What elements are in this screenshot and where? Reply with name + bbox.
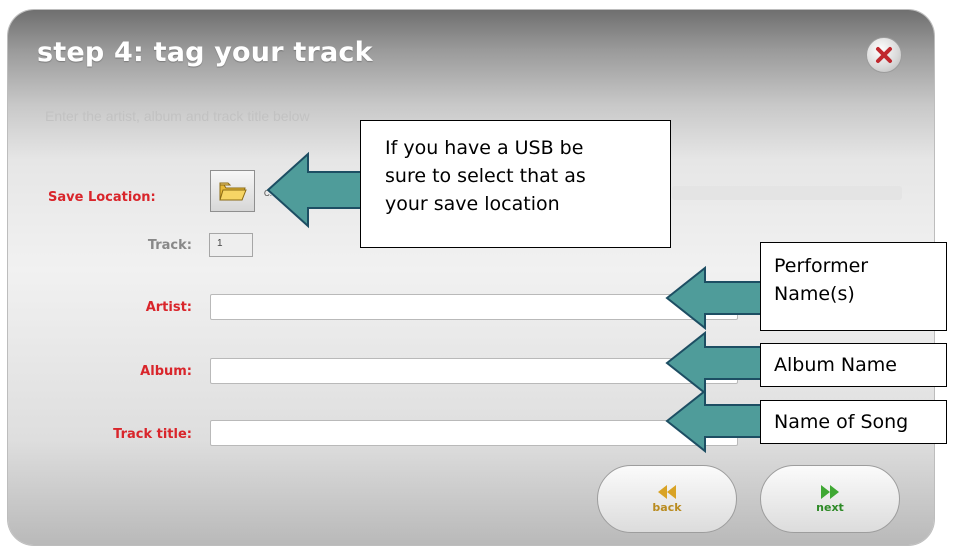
song-callout-arrow [665, 388, 771, 454]
album-name-callout: Album Name [760, 343, 947, 387]
artist-callout-arrow [665, 265, 771, 331]
usb-callout-line2: sure to select that as [385, 165, 586, 187]
performer-callout-line1: Performer [774, 255, 869, 277]
usb-callout: If you have a USB be sure to select that… [360, 120, 671, 248]
performer-callout-line2: Name(s) [774, 283, 855, 305]
performer-callout: Performer Name(s) [760, 242, 947, 331]
usb-callout-arrow [266, 151, 363, 229]
usb-callout-line1: If you have a USB be [385, 137, 584, 159]
song-name-callout: Name of Song [760, 400, 947, 444]
usb-callout-line3: your save location [385, 193, 560, 215]
album-callout-arrow [665, 330, 771, 396]
